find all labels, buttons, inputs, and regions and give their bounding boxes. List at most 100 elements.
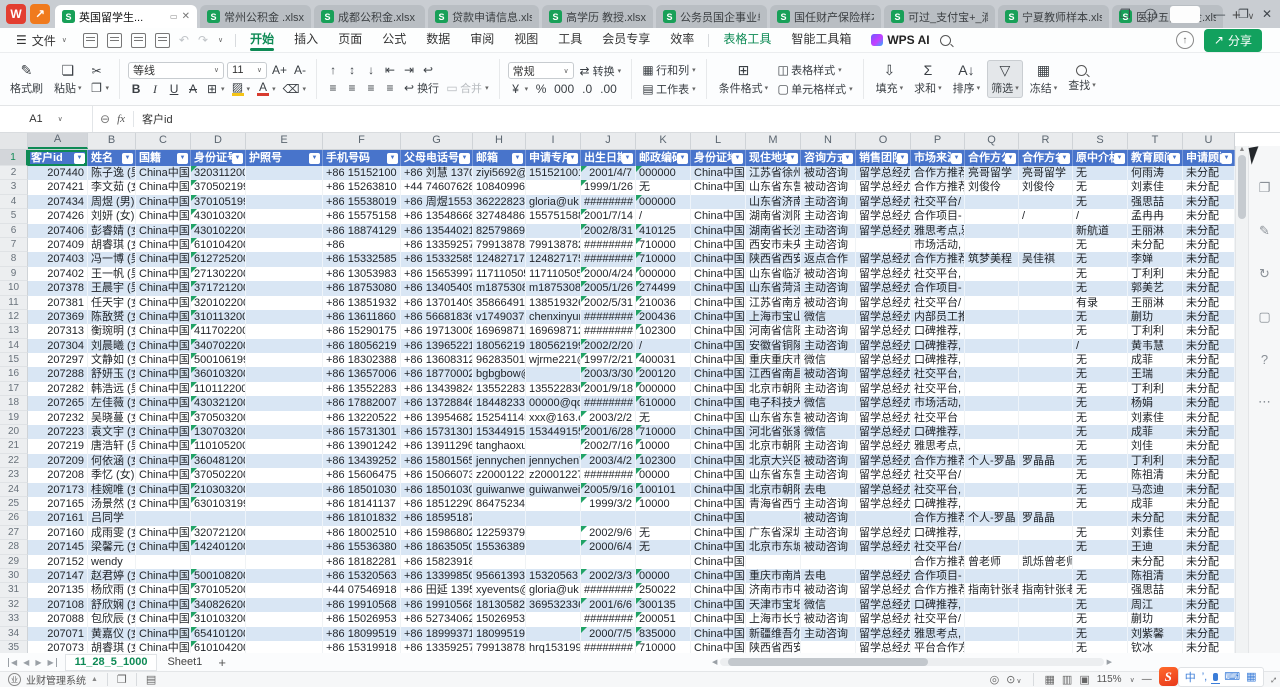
- cell[interactable]: 合作项目-: [911, 281, 965, 295]
- cell[interactable]: 文静如 (女: [88, 353, 136, 367]
- cell[interactable]: 无: [636, 526, 691, 540]
- cell[interactable]: 无: [1073, 411, 1128, 425]
- cell[interactable]: 000000: [636, 195, 691, 209]
- cell[interactable]: [246, 209, 323, 223]
- cell[interactable]: 799138782: [526, 238, 581, 252]
- fx-icon[interactable]: fx: [117, 113, 125, 125]
- cell[interactable]: 无: [1073, 598, 1128, 612]
- cell[interactable]: /: [1073, 209, 1128, 223]
- cell[interactable]: 610104200212213421: [191, 238, 246, 252]
- cell[interactable]: 430102200208315525: [191, 224, 246, 238]
- cell[interactable]: 无: [1073, 641, 1128, 653]
- cell[interactable]: 2002/8/31: [581, 224, 636, 238]
- window-tab[interactable]: S贷款申请信息.xlsx: [428, 5, 539, 28]
- cell[interactable]: 799138782: [473, 238, 526, 252]
- cell[interactable]: +86 52734062: [401, 612, 473, 626]
- cell[interactable]: 1999/3/2: [581, 497, 636, 511]
- cell[interactable]: +86 1354866895: [401, 209, 473, 223]
- cell[interactable]: 强思喆: [1128, 583, 1183, 597]
- cell[interactable]: 天津市宝坻: [746, 598, 801, 612]
- cell[interactable]: 留学总经办: [856, 367, 911, 381]
- row-header-20[interactable]: 20: [0, 425, 28, 439]
- cell[interactable]: 刘妍 (女): [88, 209, 136, 223]
- cell[interactable]: 内部员工推: [911, 310, 965, 324]
- cell[interactable]: 835000: [636, 627, 691, 641]
- cell[interactable]: 000000: [636, 382, 691, 396]
- cell[interactable]: 指南针张老: [965, 583, 1019, 597]
- cell[interactable]: +86 1343982452: [401, 382, 473, 396]
- cell[interactable]: 370502199901260083: [191, 180, 246, 194]
- cell[interactable]: +86 15575158: [323, 209, 401, 223]
- cell[interactable]: 电子科技大: [746, 396, 801, 410]
- cell[interactable]: [246, 526, 323, 540]
- cell[interactable]: 何依涵 (女: [88, 454, 136, 468]
- cell[interactable]: [746, 511, 801, 525]
- cell[interactable]: +86 13552283: [323, 382, 401, 396]
- cell[interactable]: 430103200107142529: [191, 209, 246, 223]
- cell[interactable]: China中国: [136, 627, 191, 641]
- cell[interactable]: China中国: [691, 396, 746, 410]
- cell[interactable]: 陈子逸 (男: [88, 166, 136, 180]
- cell[interactable]: 指南针张老: [1019, 583, 1073, 597]
- cell[interactable]: guiwanwei: [526, 483, 581, 497]
- cell[interactable]: China中国: [136, 526, 191, 540]
- cell[interactable]: [246, 540, 323, 554]
- cell[interactable]: 未分配: [1183, 324, 1235, 338]
- cell[interactable]: [246, 396, 323, 410]
- cell[interactable]: +86 15290175: [323, 324, 401, 338]
- cell[interactable]: [1019, 497, 1073, 511]
- cell[interactable]: [246, 598, 323, 612]
- cell[interactable]: [246, 238, 323, 252]
- cell[interactable]: 138519326: [526, 296, 581, 310]
- cell[interactable]: 207232: [28, 411, 88, 425]
- cell[interactable]: 未分配: [1183, 396, 1235, 410]
- cell[interactable]: 207173: [28, 483, 88, 497]
- cell[interactable]: 主动咨询: [801, 195, 856, 209]
- header-cell-A[interactable]: 客户id▼: [28, 150, 88, 166]
- cell[interactable]: 无: [636, 540, 691, 554]
- cell[interactable]: [965, 497, 1019, 511]
- cell[interactable]: [1019, 339, 1073, 353]
- cell[interactable]: 留学总经办: [856, 224, 911, 238]
- row-header-31[interactable]: 31: [0, 583, 28, 597]
- cell[interactable]: 864752343: [473, 497, 526, 511]
- cell[interactable]: 358664913: [473, 296, 526, 310]
- preview-icon[interactable]: [131, 33, 146, 48]
- cell[interactable]: China中国: [691, 627, 746, 641]
- cell[interactable]: [965, 324, 1019, 338]
- cell[interactable]: 留学总经办: [856, 339, 911, 353]
- cell[interactable]: 微信: [801, 310, 856, 324]
- cell[interactable]: +86 1863505000: [401, 540, 473, 554]
- cell[interactable]: 雅思考点,: [911, 627, 965, 641]
- cell[interactable]: 罗晶晶: [1019, 511, 1073, 525]
- cell[interactable]: +86 13851932: [323, 296, 401, 310]
- convert[interactable]: ⇄转换▾: [577, 63, 624, 79]
- cell[interactable]: 110105200207165451: [191, 439, 246, 453]
- cell[interactable]: 207108: [28, 598, 88, 612]
- cell[interactable]: +86 1372884680: [401, 396, 473, 410]
- cell[interactable]: China中国: [691, 612, 746, 626]
- row-header-5[interactable]: 5: [0, 209, 28, 223]
- cell[interactable]: 留学总经办: [856, 310, 911, 324]
- cell[interactable]: 274499: [636, 281, 691, 295]
- cell[interactable]: China中国: [691, 281, 746, 295]
- cell[interactable]: China中国: [691, 367, 746, 381]
- cell[interactable]: [965, 641, 1019, 653]
- cell[interactable]: 黄韦慧: [1128, 339, 1183, 353]
- cell[interactable]: 180562199: [526, 339, 581, 353]
- cell[interactable]: +86 15731301: [323, 425, 401, 439]
- cell[interactable]: 山东省东营: [746, 180, 801, 194]
- cell[interactable]: [636, 555, 691, 569]
- column-header-Q[interactable]: Q: [965, 133, 1019, 149]
- cell[interactable]: 962835011: [473, 353, 526, 367]
- print-icon[interactable]: [107, 33, 122, 48]
- cell[interactable]: 留学总经办: [856, 483, 911, 497]
- cell[interactable]: ########: [581, 252, 636, 266]
- cell[interactable]: [1019, 468, 1073, 482]
- cell[interactable]: +86 13901242: [323, 439, 401, 453]
- cell[interactable]: 2003/3/30: [581, 367, 636, 381]
- cell[interactable]: 留学总经办: [856, 454, 911, 468]
- row-header-26[interactable]: 26: [0, 511, 28, 525]
- cell[interactable]: +86 18002510: [323, 526, 401, 540]
- borders[interactable]: ⊞▾: [204, 82, 227, 96]
